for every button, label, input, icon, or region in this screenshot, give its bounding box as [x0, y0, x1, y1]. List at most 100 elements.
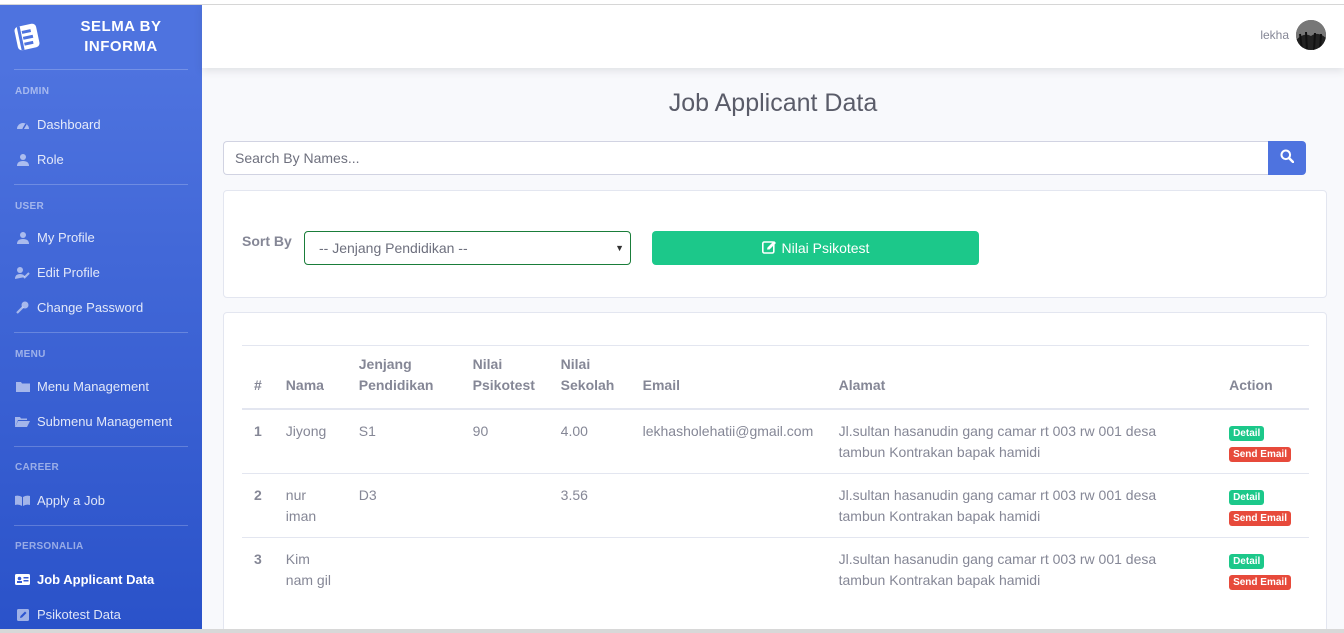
table-row: 3 Kim nam gil Jl.sultan hasanudin gang c…: [242, 537, 1309, 601]
cell-number: 1: [242, 408, 274, 474]
sidebar-item-label: Edit Profile: [37, 265, 100, 280]
column-header[interactable]: Action: [1217, 345, 1309, 410]
sidebar-item-menu-management[interactable]: Menu Management: [0, 379, 202, 394]
window-top-edge: [0, 0, 1344, 5]
sidebar-heading-career: CAREER: [15, 462, 60, 473]
nilai-psikotest-label: Nilai Psikotest: [781, 240, 870, 256]
user-menu[interactable]: lekha: [1260, 20, 1326, 50]
column-header[interactable]: Nama: [273, 345, 347, 410]
sidebar-item-my-profile[interactable]: My Profile: [0, 230, 202, 245]
cell-action: Detail Send Email: [1217, 408, 1309, 474]
user-icon: [15, 153, 30, 167]
table-header-row: # Nama Jenjang Pendidikan Nilai Psikotes…: [242, 345, 1309, 410]
sidebar-item-label: Submenu Management: [37, 414, 173, 429]
cell-alamat: Jl.sultan hasanudin gang camar rt 003 rw…: [826, 537, 1218, 601]
sidebar-item-label: Change Password: [37, 300, 144, 315]
taskbar-edge: [0, 629, 1344, 633]
search-button[interactable]: [1268, 141, 1306, 175]
avatar[interactable]: [1296, 20, 1326, 50]
column-header[interactable]: Nilai Psikotest: [460, 345, 549, 410]
sidebar-item-apply-job[interactable]: Apply a Job: [0, 493, 202, 508]
filter-card: Sort By -- Jenjang Pendidikan -- ▼ Nilai…: [223, 190, 1327, 298]
column-header[interactable]: #: [242, 345, 274, 410]
sidebar-item-label: My Profile: [37, 230, 95, 245]
sidebar-divider: [14, 69, 188, 70]
cell-sekolah: 3.56: [548, 473, 631, 538]
sidebar-divider: [14, 446, 188, 447]
column-header[interactable]: Alamat: [826, 345, 1218, 410]
sort-by-label: Sort By: [242, 233, 292, 249]
brand-logo-icon: [10, 20, 44, 54]
sidebar-divider: [14, 184, 188, 185]
search-input[interactable]: [223, 141, 1268, 175]
column-header[interactable]: Email: [630, 345, 827, 410]
sidebar-item-job-applicant-data[interactable]: Job Applicant Data: [0, 572, 202, 587]
cell-email: [630, 537, 827, 601]
user-name: lekha: [1260, 28, 1289, 42]
tachometer-icon: [15, 118, 30, 132]
cell-alamat: Jl.sultan hasanudin gang camar rt 003 rw…: [826, 408, 1218, 474]
detail-button[interactable]: Detail: [1229, 426, 1265, 441]
sidebar: SELMA BY INFORMA ADMIN Dashboard Role US…: [0, 5, 202, 631]
user-edit-icon: [15, 266, 30, 280]
edit-icon: [761, 240, 782, 257]
brand[interactable]: SELMA BY INFORMA: [0, 5, 202, 69]
column-header[interactable]: Jenjang Pendidikan: [346, 345, 461, 410]
cell-email: lekhasholehatii@gmail.com: [630, 408, 827, 474]
select-value: -- Jenjang Pendidikan --: [319, 240, 468, 256]
folder-open-icon: [15, 415, 30, 429]
sidebar-heading-menu: MENU: [15, 349, 46, 360]
table-row: 1 Jiyong S1 90 4.00 lekhasholehatii@gmai…: [242, 408, 1309, 474]
column-header[interactable]: Nilai Sekolah: [548, 345, 631, 410]
sidebar-item-change-password[interactable]: Change Password: [0, 300, 202, 315]
cell-jenjang: S1: [346, 408, 461, 474]
cell-action: Detail Send Email: [1217, 473, 1309, 538]
send-email-button[interactable]: Send Email: [1229, 447, 1291, 462]
sidebar-item-label: Dashboard: [37, 117, 101, 132]
sidebar-item-label: Role: [37, 152, 64, 167]
sidebar-item-psikotest-data[interactable]: Psikotest Data: [0, 607, 202, 622]
search-icon: [1280, 149, 1295, 168]
cell-nama: Jiyong: [273, 408, 347, 474]
detail-button[interactable]: Detail: [1229, 490, 1265, 505]
brand-name: SELMA BY INFORMA: [66, 17, 176, 57]
table-row: 2 nur iman D3 3.56 Jl.sultan hasanudin g…: [242, 473, 1309, 538]
cell-jenjang: D3: [346, 473, 461, 538]
sidebar-item-label: Job Applicant Data: [37, 572, 155, 587]
sidebar-item-role[interactable]: Role: [0, 152, 202, 167]
sidebar-heading-user: USER: [15, 201, 44, 212]
brand-line2: INFORMA: [84, 38, 158, 55]
send-email-button[interactable]: Send Email: [1229, 575, 1291, 590]
send-email-button[interactable]: Send Email: [1229, 511, 1291, 526]
sidebar-heading-personalia: PERSONALIA: [15, 541, 84, 552]
sidebar-heading-admin: ADMIN: [15, 86, 50, 97]
sidebar-item-dashboard[interactable]: Dashboard: [0, 117, 202, 132]
caret-down-icon: ▼: [615, 243, 624, 253]
sidebar-item-label: Psikotest Data: [37, 607, 121, 622]
sidebar-item-submenu-management[interactable]: Submenu Management: [0, 414, 202, 429]
sidebar-item-label: Apply a Job: [37, 493, 105, 508]
cell-psikotest: [460, 537, 549, 601]
cell-action: Detail Send Email: [1217, 537, 1309, 601]
nilai-psikotest-button[interactable]: Nilai Psikotest: [652, 231, 979, 265]
key-icon: [15, 301, 30, 315]
cell-number: 2: [242, 473, 274, 538]
cell-psikotest: 90: [460, 408, 549, 474]
jenjang-pendidikan-select[interactable]: -- Jenjang Pendidikan -- ▼: [304, 231, 631, 265]
user-icon: [15, 231, 30, 245]
page-title: Job Applicant Data: [668, 89, 878, 117]
cell-nama: Kim nam gil: [273, 537, 347, 601]
cell-number: 3: [242, 537, 274, 601]
applicant-table: # Nama Jenjang Pendidikan Nilai Psikotes…: [242, 345, 1309, 601]
cell-sekolah: [548, 537, 631, 601]
book-icon: [15, 494, 30, 508]
sidebar-item-edit-profile[interactable]: Edit Profile: [0, 265, 202, 280]
cell-email: [630, 473, 827, 538]
topbar: lekha: [202, 5, 1344, 68]
detail-button[interactable]: Detail: [1229, 554, 1265, 569]
id-card-icon: [15, 573, 30, 587]
cell-jenjang: [346, 537, 461, 601]
folder-icon: [15, 380, 30, 394]
sidebar-divider: [14, 525, 188, 526]
cell-psikotest: [460, 473, 549, 538]
